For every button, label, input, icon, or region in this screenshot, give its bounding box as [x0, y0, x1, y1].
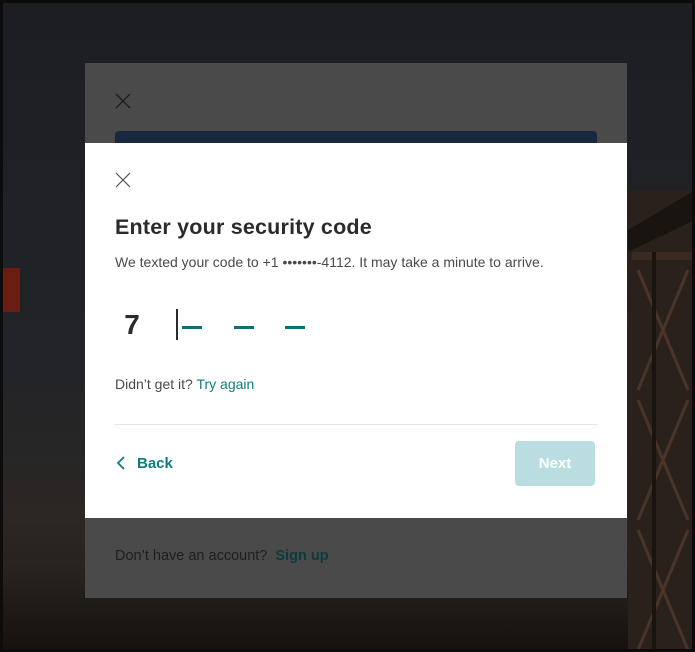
signup-prompt-text: Don’t have an account?: [115, 548, 268, 564]
code-digit-2[interactable]: [176, 305, 210, 345]
signup-prompt: Don’t have an account? Sign up: [115, 548, 329, 564]
signup-link[interactable]: Sign up: [275, 548, 328, 564]
digit-placeholder-dash: [182, 326, 202, 329]
text-caret: [176, 309, 178, 340]
resend-prompt: Didn’t get it? Try again: [115, 376, 254, 392]
divider: [115, 424, 597, 425]
chevron-left-icon: [116, 456, 125, 470]
back-button-label: Back: [137, 454, 173, 472]
close-icon[interactable]: [115, 172, 131, 188]
security-code-modal: Enter your security code We texted your …: [85, 143, 627, 518]
security-code-input[interactable]: 7: [115, 305, 335, 345]
resend-prompt-text: Didn’t get it?: [115, 376, 193, 392]
modal-subtitle: We texted your code to +1 •••••••-4112. …: [115, 254, 544, 270]
try-again-link[interactable]: Try again: [196, 376, 254, 392]
code-digit-1[interactable]: 7: [115, 305, 149, 345]
digit-placeholder-dash: [285, 326, 305, 329]
code-digit-3[interactable]: [228, 305, 262, 345]
back-button[interactable]: Back: [115, 451, 173, 475]
close-icon: [115, 93, 131, 109]
digit-placeholder-dash: [234, 326, 254, 329]
code-digit-4[interactable]: [279, 305, 313, 345]
modal-title: Enter your security code: [115, 215, 372, 239]
next-button[interactable]: Next: [515, 441, 595, 486]
